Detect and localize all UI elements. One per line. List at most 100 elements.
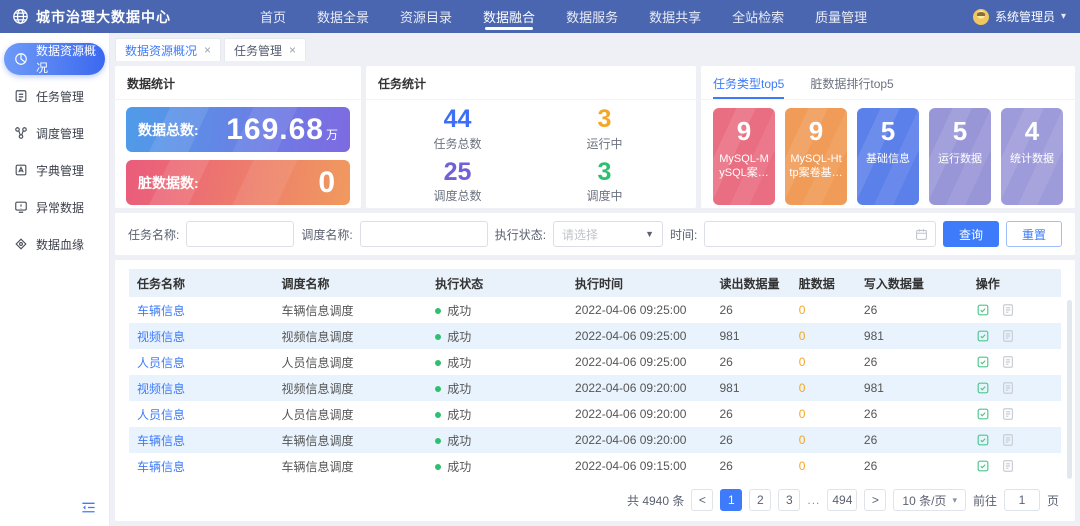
table-scrollbar[interactable]: [1067, 300, 1072, 479]
status-dot: [435, 308, 441, 314]
page-number-button[interactable]: 2: [749, 489, 771, 511]
status-dot: [435, 438, 441, 444]
sidebar-item-data-overview[interactable]: 数据资源概况: [4, 43, 105, 75]
top-nav-item[interactable]: 首页: [260, 0, 286, 33]
chevron-down-icon: ▾: [1061, 11, 1066, 22]
goto-page-input[interactable]: [1004, 489, 1040, 511]
app-title: 城市治理大数据中心: [36, 7, 171, 27]
export-log-icon[interactable]: [976, 303, 990, 317]
task-name-link[interactable]: 人员信息: [137, 356, 185, 370]
globe-logo-icon: [12, 8, 29, 25]
panel-title: 数据统计: [115, 66, 361, 100]
username: 系统管理员: [995, 8, 1055, 25]
stat-gradient-card: 脏数据数: 0: [126, 160, 350, 205]
export-log-icon[interactable]: [976, 433, 990, 447]
top5-tab[interactable]: 脏数据排行top5: [810, 75, 893, 99]
top5-card[interactable]: 5 运行数据: [929, 108, 991, 205]
detail-log-icon[interactable]: [1001, 459, 1015, 473]
sidebar-item-abnormal-data[interactable]: 异常数据: [0, 191, 109, 223]
sidebar-item-dictionary-management[interactable]: 字典管理: [0, 154, 109, 186]
main-area: 数据资源概况 × 任务管理 × 数据统计 数据总数:: [110, 33, 1080, 526]
task-name-input[interactable]: [186, 221, 294, 247]
table-header-row: 任务名称调度名称执行状态执行时间读出数据量脏数据写入数据量操作: [129, 269, 1061, 297]
operations-cell: [968, 427, 1061, 453]
top-nav-item[interactable]: 数据共享: [649, 0, 701, 33]
table-row: 视频信息 视频信息调度 成功 2022-04-06 09:25:00 981 0…: [129, 323, 1061, 349]
time-range-input[interactable]: [704, 221, 936, 247]
pie-chart-icon: [13, 52, 28, 67]
monitor-warning-icon: [13, 200, 28, 215]
task-name-link[interactable]: 视频信息: [137, 382, 185, 396]
export-log-icon[interactable]: [976, 355, 990, 369]
sidebar-item-schedule-management[interactable]: 调度管理: [0, 117, 109, 149]
task-name-link[interactable]: 车辆信息: [137, 460, 185, 474]
task-name-link[interactable]: 车辆信息: [137, 304, 185, 318]
status-select[interactable]: 请选择 ▼: [553, 221, 663, 247]
detail-log-icon[interactable]: [1001, 303, 1015, 317]
top5-card[interactable]: 4 统计数据: [1001, 108, 1063, 205]
topbar: 城市治理大数据中心 首页数据全景资源目录数据融合数据服务数据共享全站检索质量管理…: [0, 0, 1080, 33]
lineage-network-icon: [13, 237, 28, 252]
task-name-link[interactable]: 视频信息: [137, 330, 185, 344]
sidebar: 数据资源概况 任务管理 调度管理 字典管理: [0, 33, 110, 526]
export-log-icon[interactable]: [976, 329, 990, 343]
page-size-select[interactable]: 10 条/页 ▾: [893, 489, 966, 511]
user-menu[interactable]: 系统管理员 ▾: [973, 8, 1066, 25]
task-name-link[interactable]: 车辆信息: [137, 434, 185, 448]
task-name-link[interactable]: 人员信息: [137, 408, 185, 422]
top5-tab-bar: 任务类型top5 脏数据排行top5: [701, 66, 1075, 100]
detail-log-icon[interactable]: [1001, 381, 1015, 395]
page-number-button[interactable]: 1: [720, 489, 742, 511]
task-list-icon: [13, 89, 28, 104]
prev-page-button[interactable]: <: [691, 489, 713, 511]
status-text: 成功: [447, 434, 471, 448]
stat-gradient-card: 数据总数: 169.68万: [126, 107, 350, 152]
column-header: 调度名称: [273, 269, 427, 297]
task-table-panel: 任务名称调度名称执行状态执行时间读出数据量脏数据写入数据量操作 车辆信息 车辆信…: [115, 260, 1075, 521]
brand: 城市治理大数据中心: [12, 7, 260, 27]
top-nav-item[interactable]: 资源目录: [400, 0, 452, 33]
search-button[interactable]: 查询: [943, 221, 999, 247]
top-nav-item[interactable]: 数据融合: [483, 0, 535, 33]
column-header: 操作: [968, 269, 1061, 297]
detail-log-icon[interactable]: [1001, 329, 1015, 343]
close-icon[interactable]: ×: [289, 44, 296, 56]
top-nav-item[interactable]: 全站检索: [732, 0, 784, 33]
column-header: 任务名称: [129, 269, 273, 297]
top-nav-item[interactable]: 数据全景: [317, 0, 369, 33]
last-page-button[interactable]: 494: [827, 489, 857, 511]
column-header: 脏数据: [791, 269, 856, 297]
top-nav-item[interactable]: 数据服务: [566, 0, 618, 33]
detail-log-icon[interactable]: [1001, 355, 1015, 369]
task-stat: 25 调度总数: [384, 159, 531, 205]
page-ellipsis: ...: [807, 493, 820, 507]
export-log-icon[interactable]: [976, 381, 990, 395]
next-page-button[interactable]: >: [864, 489, 886, 511]
top-nav: 首页数据全景资源目录数据融合数据服务数据共享全站检索质量管理: [260, 0, 867, 33]
export-log-icon[interactable]: [976, 459, 990, 473]
close-icon[interactable]: ×: [204, 44, 211, 56]
sidebar-item-data-lineage[interactable]: 数据血缘: [0, 228, 109, 260]
select-arrow-icon: ▼: [645, 229, 654, 239]
table-row: 车辆信息 车辆信息调度 成功 2022-04-06 09:25:00 26 0 …: [129, 297, 1061, 323]
export-log-icon[interactable]: [976, 407, 990, 421]
top5-card[interactable]: 9 MySQL-Http案卷基础信...: [785, 108, 847, 205]
status-text: 成功: [447, 330, 471, 344]
page-number-button[interactable]: 3: [778, 489, 800, 511]
page-tab[interactable]: 数据资源概况 ×: [115, 38, 221, 61]
detail-log-icon[interactable]: [1001, 433, 1015, 447]
top5-card[interactable]: 9 MySQL-MySQL案卷基础...: [713, 108, 775, 205]
content: 数据统计 数据总数: 169.68万 脏数据数: 0: [110, 61, 1080, 526]
task-stat: 44 任务总数: [384, 106, 531, 152]
top5-card[interactable]: 5 基础信息: [857, 108, 919, 205]
top-nav-item[interactable]: 质量管理: [815, 0, 867, 33]
operations-cell: [968, 297, 1061, 323]
sidebar-item-task-management[interactable]: 任务管理: [0, 80, 109, 112]
top5-tab[interactable]: 任务类型top5: [713, 75, 784, 99]
schedule-name-input[interactable]: [360, 221, 488, 247]
detail-log-icon[interactable]: [1001, 407, 1015, 421]
reset-button[interactable]: 重置: [1006, 221, 1062, 247]
collapse-sidebar-icon[interactable]: [81, 500, 96, 518]
dictionary-book-icon: [13, 163, 28, 178]
page-tab[interactable]: 任务管理 ×: [224, 38, 306, 61]
